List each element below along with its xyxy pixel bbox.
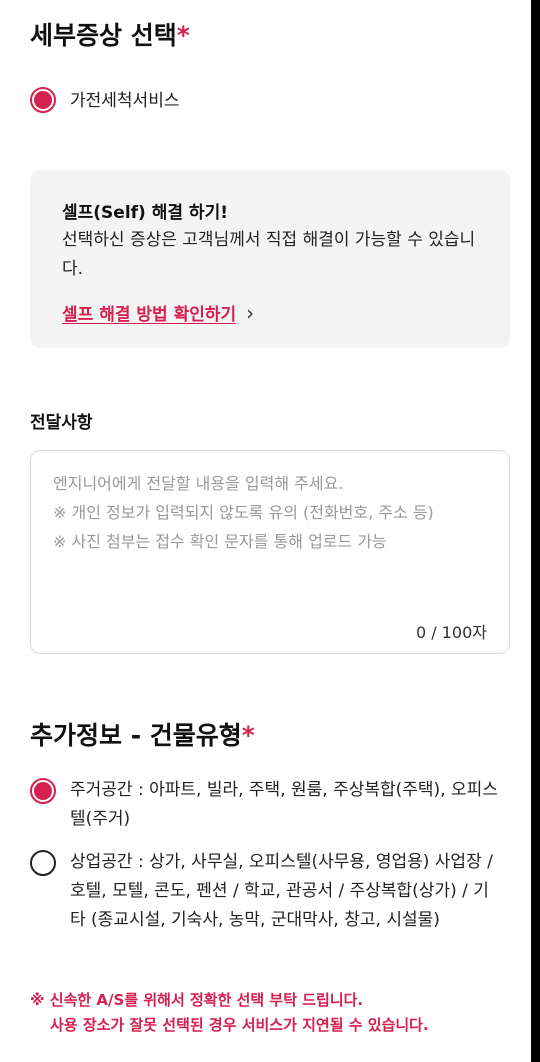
radio-unselected-icon[interactable]	[30, 850, 56, 876]
service-request-page: 세부증상 선택* 가전세척서비스 셀프(Self) 해결 하기! 선택하신 증상…	[0, 0, 531, 1062]
radio-selected-icon[interactable]	[30, 87, 56, 113]
symptom-option-label: 가전세척서비스	[70, 91, 180, 111]
self-fix-description: 선택하신 증상은 고객님께서 직접 해결이 가능할 수 있습니다.	[62, 230, 476, 279]
building-option-label: 상업공간 : 상가, 사무실, 오피스텔(사무용, 영업용) 사업장 / 호텔,…	[70, 852, 493, 930]
building-option-label: 주거공간 : 아파트, 빌라, 주택, 원룸, 주상복합(주택), 오피스텔(주…	[70, 780, 498, 829]
memo-placeholder: 엔지니어에게 전달할 내용을 입력해 주세요. ※ 개인 정보가 입력되지 않도…	[53, 474, 434, 551]
radio-selected-icon[interactable]	[30, 778, 56, 804]
building-option-residential[interactable]: 주거공간 : 아파트, 빌라, 주택, 원룸, 주상복합(주택), 오피스텔(주…	[30, 776, 500, 834]
memo-char-counter: 0 / 100자	[415, 623, 487, 642]
self-fix-link-label[interactable]: 셀프 해결 방법 확인하기	[62, 300, 236, 325]
required-mark: *	[176, 21, 190, 50]
building-option-commercial[interactable]: 상업공간 : 상가, 사무실, 오피스텔(사무용, 영업용) 사업장 / 호텔,…	[30, 848, 500, 935]
memo-heading: 전달사항	[30, 413, 93, 433]
detail-symptom-heading: 세부증상 선택*	[30, 16, 190, 52]
required-mark: *	[241, 721, 255, 750]
chevron-right-icon: ›	[246, 300, 255, 325]
notice-line: 사용 장소가 잘못 선택된 경우 서비스가 지연될 수 있습니다.	[50, 1016, 429, 1034]
building-type-heading: 추가정보 - 건물유형*	[30, 716, 255, 752]
building-type-title: 추가정보 - 건물유형	[30, 721, 242, 750]
memo-textarea[interactable]: 엔지니어에게 전달할 내용을 입력해 주세요. ※ 개인 정보가 입력되지 않도…	[30, 450, 510, 654]
notice-line: ※ 신속한 A/S를 위해서 정확한 선택 부탁 드립니다.	[30, 991, 364, 1009]
symptom-option[interactable]: 가전세척서비스	[30, 87, 179, 116]
self-fix-card: 셀프(Self) 해결 하기! 선택하신 증상은 고객님께서 직접 해결이 가능…	[30, 170, 510, 348]
notice-message: ※ 신속한 A/S를 위해서 정확한 선택 부탁 드립니다. 사용 장소가 잘못…	[30, 988, 429, 1038]
self-fix-link[interactable]: 셀프 해결 방법 확인하기 ›	[62, 300, 255, 326]
detail-symptom-title: 세부증상 선택	[30, 21, 177, 50]
self-fix-title: 셀프(Self) 해결 하기!	[62, 203, 228, 223]
